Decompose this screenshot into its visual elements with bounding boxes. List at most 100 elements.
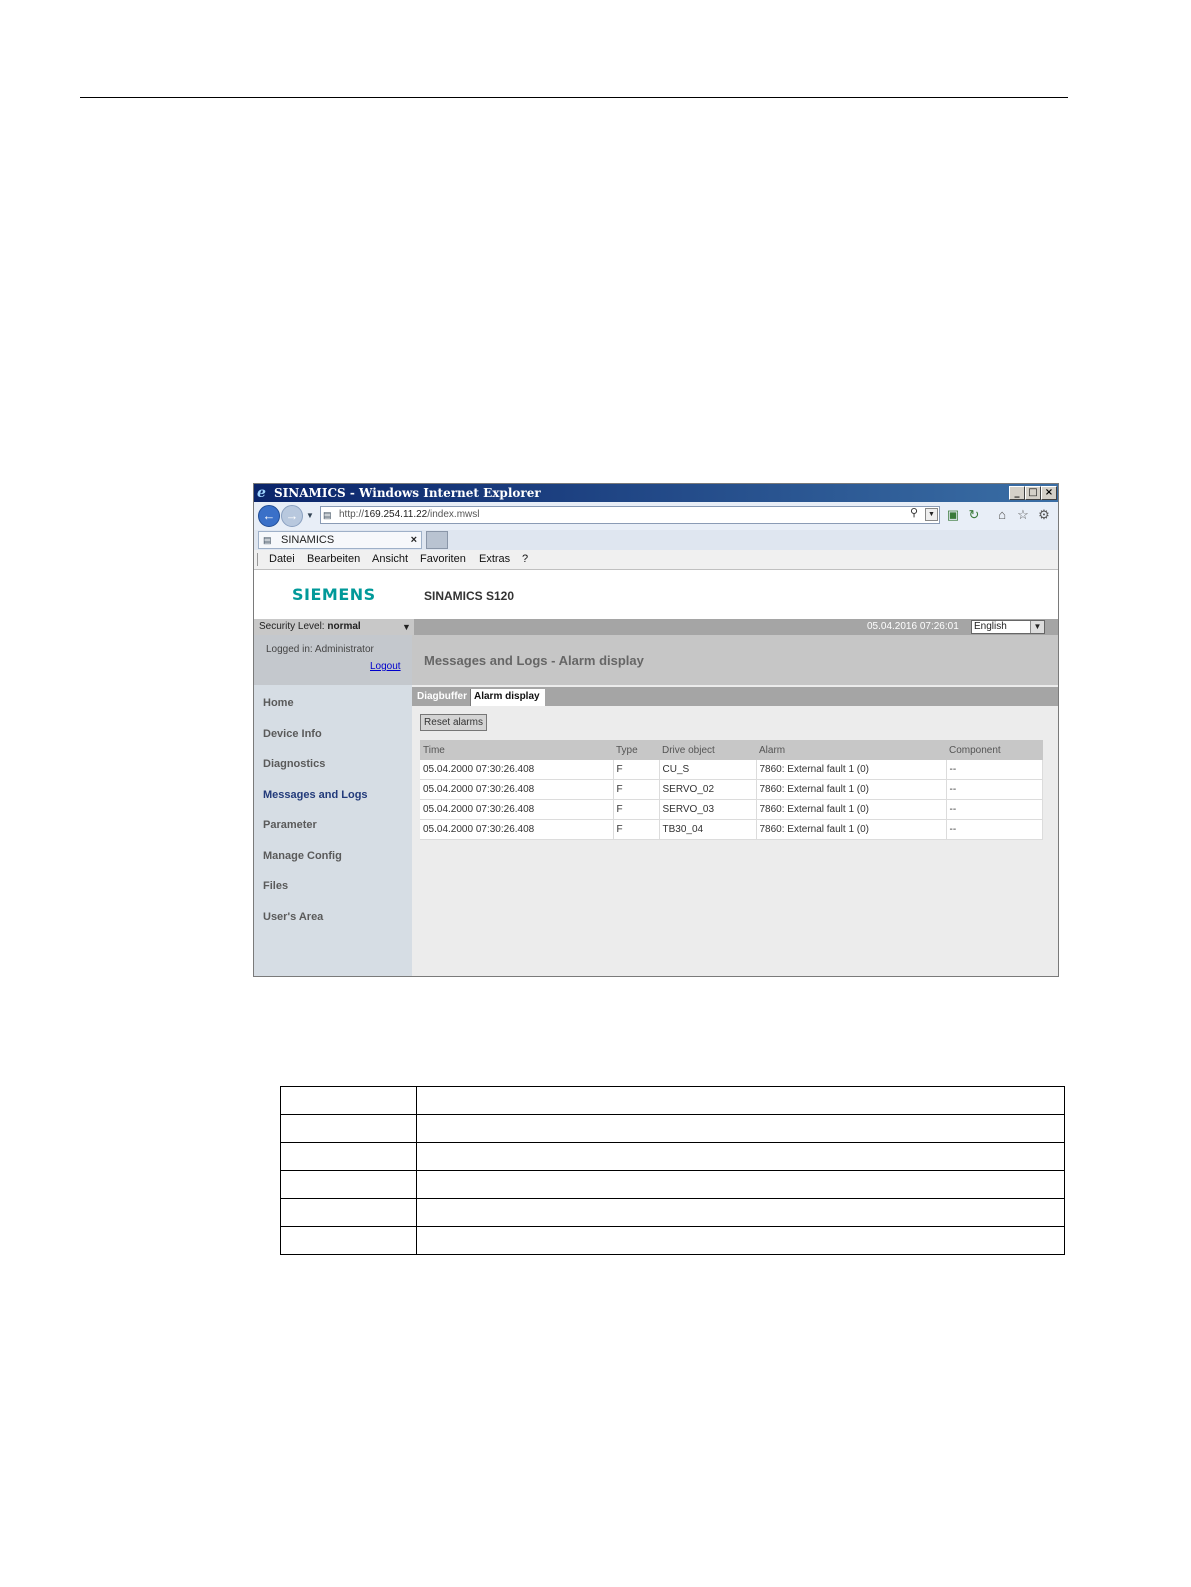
sidebar-item-users-area[interactable]: User's Area xyxy=(263,911,323,923)
legend-cell xyxy=(280,1198,417,1227)
menu-ansicht[interactable]: Ansicht xyxy=(372,553,408,565)
refresh-icon[interactable]: ↻ xyxy=(966,507,982,523)
sidebar-item-device-info[interactable]: Device Info xyxy=(263,728,322,740)
cell-alarm: 7860: External fault 1 (0) xyxy=(756,799,947,820)
col-time: Time xyxy=(420,740,613,760)
cell-type: F xyxy=(613,819,660,840)
maximize-button[interactable]: □ xyxy=(1025,486,1041,500)
page-header: Messages and Logs - Alarm display xyxy=(412,635,1058,685)
cell-drive-object: TB30_04 xyxy=(659,819,757,840)
favorites-star-icon[interactable]: ☆ xyxy=(1015,507,1031,523)
legend-cell xyxy=(280,1086,417,1115)
back-button[interactable]: ← xyxy=(258,505,280,527)
legend-cell xyxy=(416,1198,1065,1227)
legend-row xyxy=(280,1142,1065,1171)
address-bar[interactable]: ▤ http://169.254.11.22/index.mwsl xyxy=(320,506,940,524)
browser-tab-sinamics[interactable]: ▤ SINAMICS × xyxy=(258,531,422,549)
table-row[interactable]: 05.04.2000 07:30:26.408 F CU_S 7860: Ext… xyxy=(420,760,1043,780)
cell-type: F xyxy=(613,779,660,800)
legend-row xyxy=(280,1086,1065,1115)
cell-type: F xyxy=(613,760,660,780)
tab-page-icon: ▤ xyxy=(263,535,272,545)
cell-drive-object: SERVO_03 xyxy=(659,799,757,820)
cell-alarm: 7860: External fault 1 (0) xyxy=(756,779,947,800)
legend-row xyxy=(280,1226,1065,1255)
sidebar-item-messages-and-logs[interactable]: Messages and Logs xyxy=(263,789,368,801)
browser-window: e SINAMICS - Windows Internet Explorer _… xyxy=(253,483,1059,977)
cell-drive-object: SERVO_02 xyxy=(659,779,757,800)
menu-extras[interactable]: Extras xyxy=(479,553,510,565)
sidebar-item-manage-config[interactable]: Manage Config xyxy=(263,850,342,862)
siemens-logo: SIEMENS xyxy=(292,585,376,604)
legend-cell xyxy=(280,1114,417,1143)
security-level[interactable]: Security Level: normal ▼ xyxy=(254,619,414,635)
cell-time: 05.04.2000 07:30:26.408 xyxy=(420,779,614,800)
sidebar: Logged in: Administrator Logout Home Dev… xyxy=(254,635,412,976)
menu-grip xyxy=(257,553,258,566)
cell-component: -- xyxy=(946,760,1043,780)
home-icon[interactable]: ⌂ xyxy=(994,507,1010,523)
logged-in-text: Logged in: Administrator xyxy=(266,644,374,655)
cell-time: 05.04.2000 07:30:26.408 xyxy=(420,799,614,820)
logout-link[interactable]: Logout xyxy=(370,661,401,672)
legend-row xyxy=(280,1198,1065,1227)
legend-cell xyxy=(416,1142,1065,1171)
page-title: Messages and Logs - Alarm display xyxy=(424,653,644,668)
new-tab-button[interactable] xyxy=(426,531,448,549)
window-title: SINAMICS - Windows Internet Explorer xyxy=(274,486,541,500)
legend-cell xyxy=(416,1170,1065,1199)
main-panel: Messages and Logs - Alarm display Diagbu… xyxy=(412,635,1058,976)
menu-favoriten[interactable]: Favoriten xyxy=(420,553,466,565)
legend-cell xyxy=(280,1142,417,1171)
col-component: Component xyxy=(946,740,1043,760)
address-url: http://169.254.11.22/index.mwsl xyxy=(339,509,480,520)
product-name: SINAMICS S120 xyxy=(424,589,515,603)
table-row[interactable]: 05.04.2000 07:30:26.408 F TB30_04 7860: … xyxy=(420,819,1043,840)
sidebar-item-files[interactable]: Files xyxy=(263,880,288,892)
cell-time: 05.04.2000 07:30:26.408 xyxy=(420,819,614,840)
sidebar-item-diagnostics[interactable]: Diagnostics xyxy=(263,758,325,770)
legend-row xyxy=(280,1170,1065,1199)
login-panel: Logged in: Administrator Logout xyxy=(254,635,412,685)
brand-header: SIEMENS SINAMICS S120 xyxy=(254,570,1058,619)
chevron-down-icon[interactable]: ▼ xyxy=(1030,621,1044,633)
menu-bearbeiten[interactable]: Bearbeiten xyxy=(307,553,360,565)
menu-help[interactable]: ? xyxy=(522,553,528,565)
cell-alarm: 7860: External fault 1 (0) xyxy=(756,819,947,840)
compatibility-view-icon[interactable]: ▣ xyxy=(945,507,961,523)
col-alarm: Alarm xyxy=(756,740,946,760)
close-window-button[interactable]: × xyxy=(1041,486,1057,500)
minimize-button[interactable]: _ xyxy=(1009,486,1025,500)
tab-label: SINAMICS xyxy=(281,534,335,546)
sidebar-item-home[interactable]: Home xyxy=(263,697,294,709)
table-row[interactable]: 05.04.2000 07:30:26.408 F SERVO_02 7860:… xyxy=(420,779,1043,800)
tab-diagbuffer[interactable]: Diagbuffer xyxy=(414,689,470,706)
table-row[interactable]: 05.04.2000 07:30:26.408 F SERVO_03 7860:… xyxy=(420,799,1043,820)
history-dropdown-icon[interactable]: ▼ xyxy=(306,511,314,520)
address-dropdown-icon[interactable]: ▼ xyxy=(925,508,938,521)
legend-cell xyxy=(416,1086,1065,1115)
cell-component: -- xyxy=(946,799,1043,820)
col-type: Type xyxy=(613,740,659,760)
security-dropdown-icon[interactable]: ▼ xyxy=(402,619,411,635)
subtab-bar: Diagbuffer Alarm display xyxy=(412,687,1058,706)
cell-component: -- xyxy=(946,779,1043,800)
language-select[interactable]: English ▼ xyxy=(971,620,1045,634)
legend-table xyxy=(280,1086,1065,1255)
status-bar: Security Level: normal ▼ 05.04.2016 07:2… xyxy=(254,619,1058,635)
search-icon[interactable]: ⚲ xyxy=(910,506,918,519)
tab-alarm-display[interactable]: Alarm display xyxy=(470,689,545,706)
cell-component: -- xyxy=(946,819,1043,840)
datetime: 05.04.2016 07:26:01 xyxy=(867,621,959,632)
legend-cell xyxy=(280,1226,417,1255)
menu-datei[interactable]: Datei xyxy=(269,553,295,565)
tab-row: ▤ SINAMICS × xyxy=(254,530,1058,550)
forward-button[interactable]: → xyxy=(281,505,303,527)
sidebar-item-parameter[interactable]: Parameter xyxy=(263,819,317,831)
cell-type: F xyxy=(613,799,660,820)
tab-close-icon[interactable]: × xyxy=(411,532,417,548)
tools-gear-icon[interactable]: ⚙ xyxy=(1036,507,1052,523)
reset-alarms-button[interactable]: Reset alarms xyxy=(420,714,487,731)
legend-cell xyxy=(416,1226,1065,1255)
legend-row xyxy=(280,1114,1065,1143)
